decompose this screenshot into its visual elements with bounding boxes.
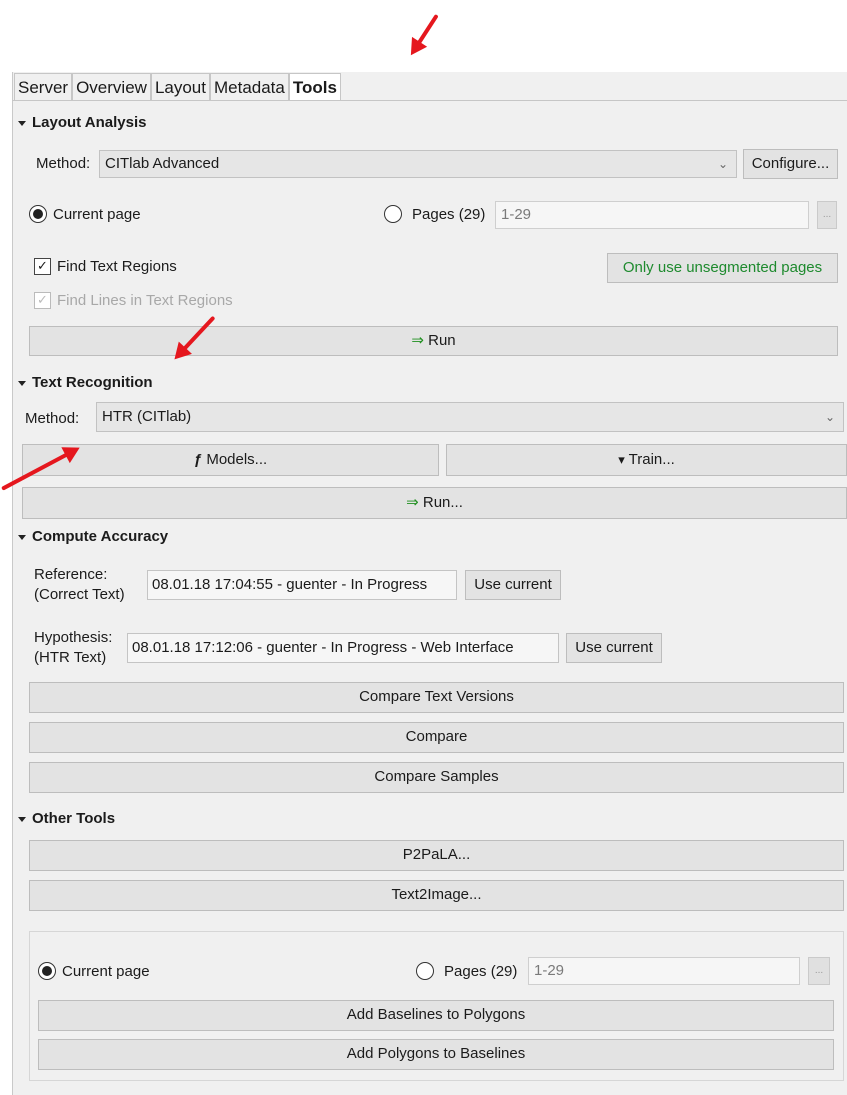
collapse-triangle-icon [18, 816, 26, 822]
run-arrow-icon: ⇒ [411, 332, 424, 349]
other-tools-header[interactable]: Other Tools [18, 810, 115, 827]
tab-server[interactable]: Server [14, 73, 73, 101]
models-button[interactable]: ƒ Models... [22, 444, 439, 476]
collapse-triangle-icon [18, 534, 26, 540]
la-run-label: Run [428, 332, 456, 349]
text-recognition-header[interactable]: Text Recognition [18, 374, 153, 391]
compare-text-versions-button[interactable]: Compare Text Versions [29, 682, 844, 713]
hypothesis-value[interactable]: 08.01.18 17:12:06 - guenter - In Progres… [127, 633, 559, 663]
radio-selected-icon [29, 205, 47, 223]
text-recognition-title: Text Recognition [32, 374, 153, 391]
train-label: Train... [628, 451, 675, 468]
la-method-value: CITlab Advanced [105, 155, 220, 172]
models-icon: ƒ [193, 451, 203, 468]
tab-layout[interactable]: Layout [150, 73, 210, 101]
ot-pages-option[interactable]: Pages (29) [416, 962, 517, 980]
ot-current-page-label: Current page [62, 962, 150, 980]
tab-bar: Server Overview Layout Metadata Tools [14, 73, 341, 101]
tr-run-label: Run... [422, 494, 463, 511]
find-lines-label: Find Lines in Text Regions [57, 292, 233, 309]
p2pala-button[interactable]: P2PaLA... [29, 840, 844, 871]
la-pages-option[interactable]: Pages (29) [384, 205, 485, 223]
tab-overview[interactable]: Overview [72, 73, 151, 101]
run-arrow-icon: ⇒ [406, 494, 419, 511]
compare-button[interactable]: Compare [29, 722, 844, 753]
collapse-triangle-icon [18, 380, 26, 386]
add-polygons-button[interactable]: Add Polygons to Baselines [38, 1039, 834, 1070]
la-method-select[interactable]: CITlab Advanced ⌄ [99, 150, 737, 178]
la-method-label: Method: [36, 155, 91, 172]
other-tools-title: Other Tools [32, 810, 116, 827]
ot-pages-browse-button[interactable]: ... [808, 957, 830, 985]
hypothesis-label: Hypothesis: (HTR Text) [34, 628, 112, 668]
hypothesis-label-line2: (HTR Text) [34, 649, 107, 666]
ot-pages-input[interactable]: 1-29 [528, 957, 800, 985]
la-pages-label: Pages (29) [412, 205, 486, 223]
tab-divider [12, 100, 847, 101]
find-text-regions-checkbox[interactable]: ✓ Find Text Regions [34, 258, 177, 275]
tr-run-button[interactable]: ⇒ Run... [22, 487, 847, 519]
ot-current-page-option[interactable]: Current page [38, 962, 150, 980]
hypothesis-use-current-button[interactable]: Use current [566, 633, 662, 663]
reference-label: Reference: (Correct Text) [34, 565, 125, 605]
chevron-down-icon: ⌄ [717, 157, 728, 171]
collapse-triangle-icon [18, 120, 26, 126]
tr-method-value: HTR (CITlab) [102, 408, 192, 425]
find-text-regions-label: Find Text Regions [57, 258, 177, 275]
radio-selected-icon [38, 962, 56, 980]
reference-use-current-button[interactable]: Use current [465, 570, 561, 600]
la-run-button[interactable]: ⇒ Run [29, 326, 838, 356]
train-button[interactable]: ▾ Train... [446, 444, 847, 476]
reference-value[interactable]: 08.01.18 17:04:55 - guenter - In Progres… [147, 570, 457, 600]
train-icon: ▾ [618, 452, 625, 467]
ot-pages-label: Pages (29) [444, 962, 518, 980]
only-unsegmented-button[interactable]: Only use unsegmented pages [607, 253, 838, 283]
hypothesis-label-line1: Hypothesis: [34, 629, 113, 646]
checkmark-disabled-icon: ✓ [34, 292, 51, 309]
layout-analysis-header[interactable]: Layout Analysis [18, 114, 146, 131]
la-current-page-option[interactable]: Current page [29, 205, 141, 223]
tab-tools[interactable]: Tools [288, 73, 341, 101]
la-pages-browse-button[interactable]: ... [817, 201, 837, 229]
radio-unselected-icon [416, 962, 434, 980]
layout-analysis-title: Layout Analysis [32, 114, 147, 131]
find-lines-checkbox: ✓ Find Lines in Text Regions [34, 292, 233, 309]
chevron-down-icon: ⌄ [824, 410, 835, 424]
reference-label-line2: (Correct Text) [34, 586, 125, 603]
configure-button[interactable]: Configure... [743, 149, 838, 179]
annotation-arrow-tools [411, 13, 439, 53]
la-pages-input[interactable]: 1-29 [495, 201, 809, 229]
tr-method-select[interactable]: HTR (CITlab) ⌄ [96, 402, 844, 432]
la-current-page-label: Current page [53, 205, 141, 223]
add-baselines-button[interactable]: Add Baselines to Polygons [38, 1000, 834, 1031]
text2image-button[interactable]: Text2Image... [29, 880, 844, 911]
reference-label-line1: Reference: [34, 566, 108, 583]
models-label: Models... [206, 451, 268, 468]
compute-accuracy-header[interactable]: Compute Accuracy [18, 528, 168, 545]
compute-accuracy-title: Compute Accuracy [32, 528, 169, 545]
tab-metadata[interactable]: Metadata [209, 73, 289, 101]
checkmark-icon: ✓ [34, 258, 51, 275]
radio-unselected-icon [384, 205, 402, 223]
tr-method-label: Method: [25, 410, 80, 427]
compare-samples-button[interactable]: Compare Samples [29, 762, 844, 793]
